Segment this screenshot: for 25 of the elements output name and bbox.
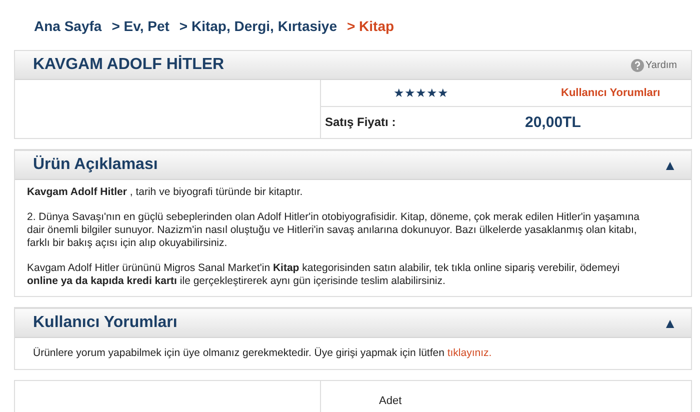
breadcrumb-link[interactable]: > Kitap, Dergi, Kırtasiye <box>179 18 337 50</box>
description-paragraph: 2. Dünya Savaşı'nın en güçlü sebeplerinden olan Adolf Hitler'in otobiyografisidir. Kitap, döneme, çok merak edilen Hitler'in yaşamına dair önemli bilgiler sunuyor. Nazizm'in nasıl oluştuğu ve Hitleri'in savaş anılarına dokunuyor. Bazı ülkelerde yasaklanmış olan kitabı, farklı bir bakış açısı için alıp okuyabilirsiniz. <box>27 211 640 250</box>
reviews-link[interactable]: Kullanıcı Yorumları <box>561 87 660 99</box>
description-paragraph: Kavgam Adolf Hitler ürününü Migros Sanal Market'in Kitap kategorisinden satın alabilir, tek tıkla online sipariş verebilir, ödemeyi online ya da kapıda kredi kartı ile gerçekleştirerek aynı gün içerisinde teslim alabilirsiniz. <box>27 262 621 288</box>
star-icon: ★ <box>404 86 416 100</box>
star-icon: ★ <box>416 86 426 100</box>
login-link[interactable]: tıklayınız. <box>447 347 492 359</box>
breadcrumb-link[interactable]: Ana Sayfa <box>34 18 102 50</box>
breadcrumb-link[interactable]: > Kitap <box>346 18 394 50</box>
star-icon: ★ <box>394 86 404 100</box>
help-link[interactable]: Yardım <box>630 58 677 72</box>
help-icon <box>630 58 644 72</box>
quantity-label: Adet <box>379 395 402 407</box>
price: 20,00TL <box>525 114 581 130</box>
section-title: Ürün Açıklaması <box>33 156 158 174</box>
login-notice: Ürünlere yorum yapabilmek için üye olmanız gerekmektedir. Üye girişi yapmak için lütfen tıklayınız. <box>33 347 492 359</box>
breadcrumb-link[interactable]: > Ev, Pet <box>112 18 170 50</box>
star-icon: ★ <box>426 86 438 100</box>
description-paragraph: Kavgam Adolf Hitler , tarih ve biyografi türünde bir kitaptır. <box>27 186 304 199</box>
collapse-toggle[interactable]: ▲ <box>663 315 677 331</box>
price-label: Satış Fiyatı : <box>325 115 397 129</box>
product-title: KAVGAM ADOLF HİTLER <box>33 56 224 74</box>
collapse-toggle[interactable]: ▲ <box>663 157 677 173</box>
star-icon: ★ <box>438 86 448 100</box>
section-title: Kullanıcı Yorumları <box>33 314 178 332</box>
